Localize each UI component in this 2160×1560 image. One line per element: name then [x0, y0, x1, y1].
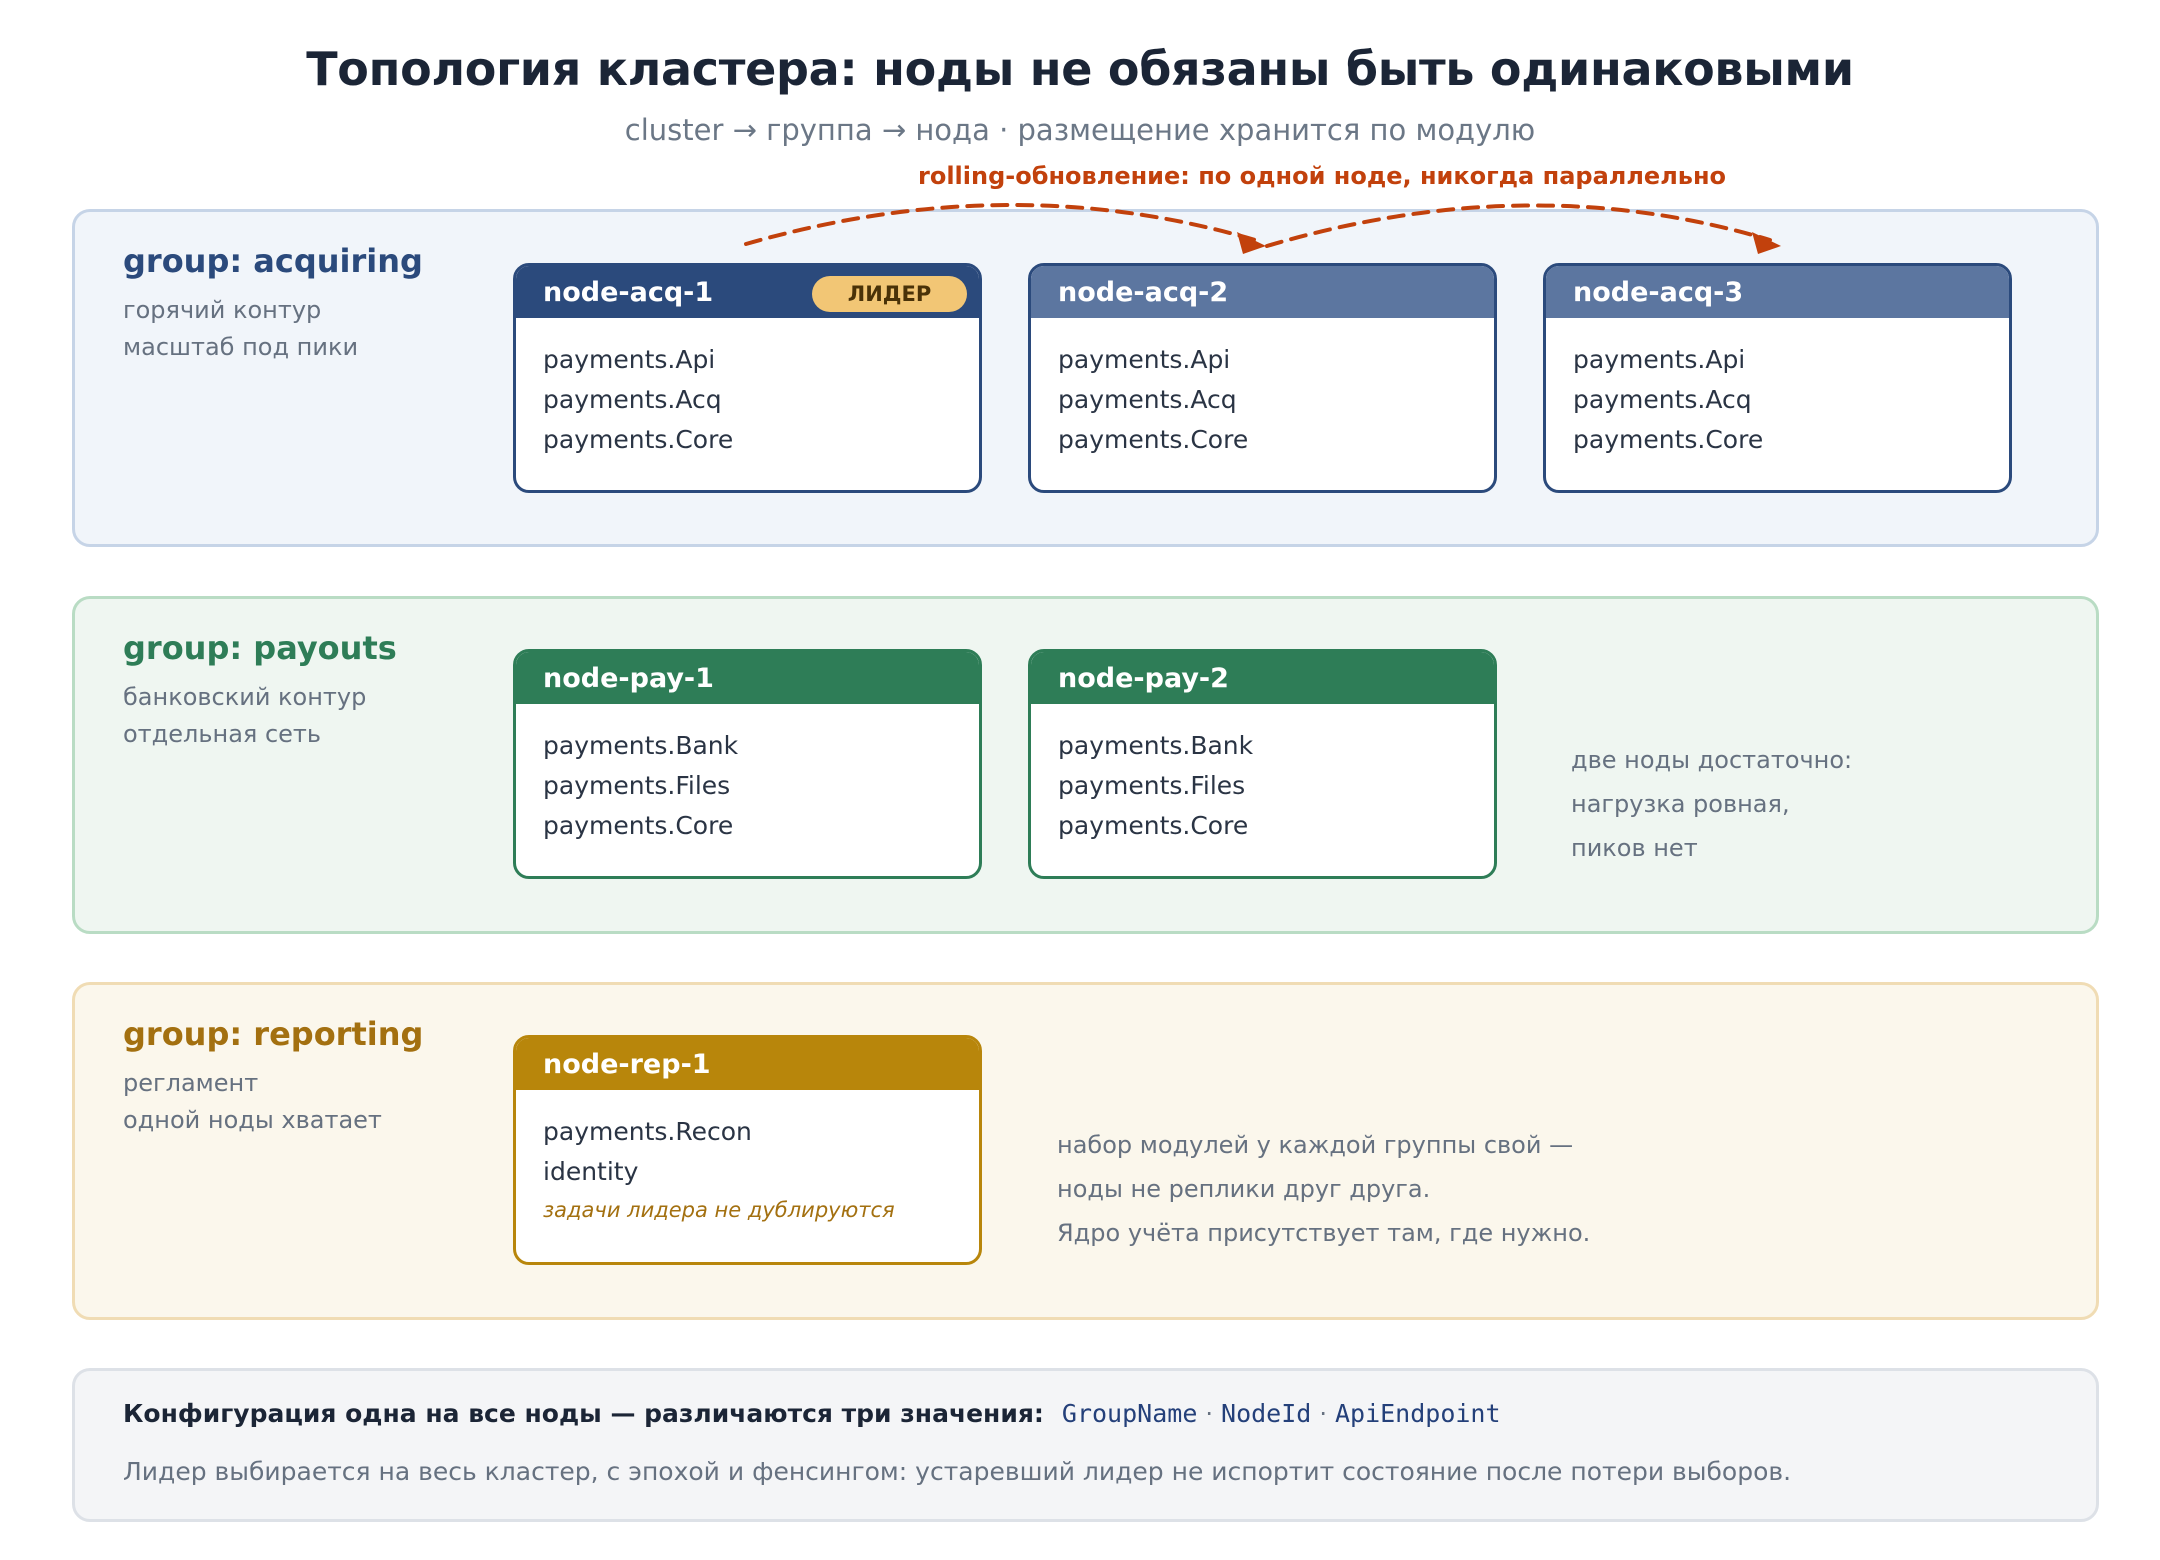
note-line: ноды не реплики друг друга.: [1057, 1175, 1431, 1203]
module-item: payments.Core: [543, 811, 734, 840]
note-line: пиков нет: [1571, 834, 1698, 862]
page-subtitle: cluster → группа → нода · размещение хра…: [624, 113, 1536, 147]
node-name: node-acq-3: [1573, 276, 1744, 308]
note-line: Ядро учёта присутствует там, где нужно.: [1057, 1219, 1591, 1247]
config-label: Конфигурация одна на все ноды — различаю…: [123, 1399, 1044, 1428]
node-module-list: payments.Bank payments.Files payments.Co…: [516, 704, 979, 846]
node-header: node-rep-1: [516, 1038, 979, 1090]
module-item: payments.Api: [543, 345, 716, 374]
module-item: payments.Files: [1058, 771, 1246, 800]
node-name: node-rep-1: [543, 1048, 711, 1080]
config-value-groupname: GroupName: [1061, 1399, 1198, 1428]
leader-tasks-note: задачи лидера не дублируются: [543, 1198, 895, 1222]
group-desc-line: горячий контур: [123, 296, 322, 324]
group-desc-line: регламент: [123, 1069, 259, 1097]
reporting-note: набор модулей у каждой группы свой — нод…: [1057, 1123, 1590, 1255]
module-item: payments.Core: [543, 425, 734, 454]
module-item: payments.Core: [1573, 425, 1764, 454]
node-card-acq-3: node-acq-3 payments.Api payments.Acq pay…: [1543, 263, 2012, 493]
group-desc-line: отдельная сеть: [123, 720, 322, 748]
node-name: node-acq-2: [1058, 276, 1229, 308]
node-card-pay-1: node-pay-1 payments.Bank payments.Files …: [513, 649, 982, 879]
group-desc-line: банковский контур: [123, 683, 367, 711]
module-item: payments.Acq: [1573, 385, 1752, 414]
node-name: node-acq-1: [543, 276, 714, 308]
node-header: node-pay-1: [516, 652, 979, 704]
module-item: payments.Bank: [543, 731, 739, 760]
node-module-list: payments.Recon identity: [516, 1090, 979, 1192]
leader-election-note: Лидер выбирается на весь кластер, с эпох…: [123, 1457, 1792, 1486]
node-card-rep-1: node-rep-1 payments.Recon identity задач…: [513, 1035, 982, 1265]
group-description: горячий контур масштаб под пики: [123, 292, 358, 366]
node-header: node-acq-3: [1546, 266, 2009, 318]
leader-badge: ЛИДЕР: [812, 276, 967, 312]
node-module-list: payments.Bank payments.Files payments.Co…: [1031, 704, 1494, 846]
module-item: payments.Bank: [1058, 731, 1254, 760]
node-header: node-acq-2: [1031, 266, 1494, 318]
node-header: node-pay-2: [1031, 652, 1494, 704]
module-item: payments.Acq: [1058, 385, 1237, 414]
page-title: Топология кластера: ноды не обязаны быть…: [306, 42, 1854, 96]
node-module-list: payments.Api payments.Acq payments.Core: [1546, 318, 2009, 460]
group-description: банковский контур отдельная сеть: [123, 679, 366, 753]
payouts-note: две ноды достаточно: нагрузка ровная, пи…: [1571, 738, 1852, 870]
config-value-nodeid: NodeId: [1221, 1399, 1312, 1428]
node-module-list: payments.Api payments.Acq payments.Core: [516, 318, 979, 460]
node-card-acq-2: node-acq-2 payments.Api payments.Acq pay…: [1028, 263, 1497, 493]
config-separator: ·: [1319, 1400, 1327, 1428]
group-desc-line: одной ноды хватает: [123, 1106, 382, 1134]
note-line: набор модулей у каждой группы свой —: [1057, 1131, 1574, 1159]
group-title: group: reporting: [123, 1015, 424, 1053]
node-header: node-acq-1 ЛИДЕР: [516, 266, 979, 318]
module-item: payments.Api: [1058, 345, 1231, 374]
node-module-list: payments.Api payments.Acq payments.Core: [1031, 318, 1494, 460]
module-item: identity: [543, 1157, 639, 1186]
config-value-apiendpoint: ApiEndpoint: [1334, 1399, 1501, 1428]
module-item: payments.Files: [543, 771, 731, 800]
group-title: group: acquiring: [123, 242, 423, 280]
module-item: payments.Core: [1058, 811, 1249, 840]
module-item: payments.Api: [1573, 345, 1746, 374]
group-description: регламент одной ноды хватает: [123, 1065, 382, 1139]
note-line: две ноды достаточно:: [1571, 746, 1853, 774]
module-item: payments.Recon: [543, 1117, 752, 1146]
config-separator: ·: [1205, 1400, 1214, 1428]
group-title: group: payouts: [123, 629, 397, 667]
config-summary: Конфигурация одна на все ноды — различаю…: [123, 1399, 1501, 1428]
node-name: node-pay-1: [543, 662, 714, 694]
node-card-pay-2: node-pay-2 payments.Bank payments.Files …: [1028, 649, 1497, 879]
config-panel: Конфигурация одна на все ноды — различаю…: [72, 1368, 2099, 1522]
note-line: нагрузка ровная,: [1571, 790, 1790, 818]
module-item: payments.Core: [1058, 425, 1249, 454]
node-card-acq-1: node-acq-1 ЛИДЕР payments.Api payments.A…: [513, 263, 982, 493]
group-desc-line: масштаб под пики: [123, 333, 359, 361]
rolling-update-label: rolling-обновление: по одной ноде, никог…: [918, 162, 1727, 190]
module-item: payments.Acq: [543, 385, 722, 414]
node-name: node-pay-2: [1058, 662, 1229, 694]
